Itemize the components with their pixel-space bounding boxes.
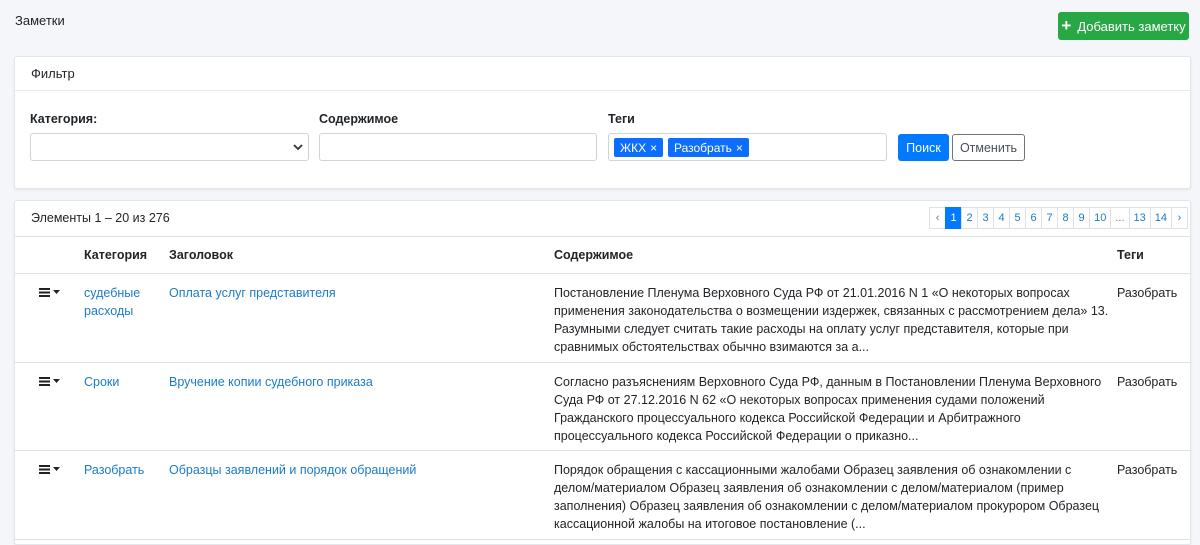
row-tags: Разобрать — [1117, 463, 1178, 477]
page-button[interactable]: 10 — [1089, 207, 1112, 229]
page-button[interactable]: 4 — [993, 207, 1011, 229]
pagination: ‹ 1 2 3 4 5 6 7 8 9 10 ... 13 14 › — [929, 207, 1188, 229]
page-button[interactable]: 5 — [1009, 207, 1027, 229]
hamburger-icon — [39, 288, 50, 297]
tag-chip: ЖКХ × — [614, 138, 664, 157]
row-menu-button[interactable] — [39, 464, 60, 474]
table-header: Категория Заголовок Содержимое Теги — [15, 236, 1190, 274]
row-content: Постановление Пленума Верховного Суда РФ… — [554, 286, 1109, 354]
row-content: Согласно разъяснениям Верховного Суда РФ… — [554, 375, 1102, 443]
row-title-link[interactable]: Оплата услуг представителя — [169, 284, 549, 302]
row-menu-button[interactable] — [39, 287, 60, 297]
page-button[interactable]: 14 — [1149, 207, 1172, 229]
page-title: Заметки — [15, 13, 65, 28]
filter-panel: Фильтр Категория: Содержимое Теги ЖКХ × … — [14, 56, 1191, 189]
page-button[interactable]: 3 — [977, 207, 995, 229]
row-category-link[interactable]: Разобрать — [84, 461, 162, 479]
plus-icon: + — [1061, 16, 1072, 35]
page-button[interactable]: 13 — [1128, 207, 1151, 229]
remove-tag-icon[interactable]: × — [650, 141, 657, 155]
tag-chip-label: ЖКХ — [620, 140, 647, 155]
content-input[interactable] — [319, 133, 597, 161]
category-label: Категория: — [30, 112, 98, 126]
page-button[interactable]: 9 — [1073, 207, 1091, 229]
page-ellipsis: ... — [1110, 207, 1130, 229]
add-note-label: Добавить заметку — [1077, 18, 1186, 34]
notes-list-panel: Элементы 1 – 20 из 276 ‹ 1 2 3 4 5 6 7 8… — [14, 200, 1191, 545]
tags-input[interactable]: ЖКХ × Разобрать × — [608, 133, 887, 161]
page-button[interactable]: 7 — [1041, 207, 1059, 229]
table-row: судебные расходы Оплата услуг представит… — [15, 274, 1190, 363]
column-header-category[interactable]: Категория — [84, 248, 147, 262]
page-next-button[interactable]: › — [1171, 207, 1188, 229]
cancel-button[interactable]: Отменить — [952, 134, 1025, 161]
row-menu-button[interactable] — [39, 376, 60, 386]
page-button[interactable]: 6 — [1025, 207, 1043, 229]
table-row: Сроки Вручение копии судебного приказа С… — [15, 363, 1190, 451]
page-prev-button[interactable]: ‹ — [929, 207, 947, 229]
search-button[interactable]: Поиск — [898, 134, 949, 161]
page-button[interactable]: 8 — [1057, 207, 1075, 229]
category-select[interactable] — [30, 133, 309, 161]
row-category-link[interactable]: Сроки — [84, 373, 162, 391]
filter-title: Фильтр — [31, 66, 75, 81]
items-count: Элементы 1 – 20 из 276 — [31, 211, 170, 225]
caret-down-icon — [53, 467, 60, 471]
row-title-link[interactable]: Вручение копии судебного приказа — [169, 373, 549, 391]
tag-chip: Разобрать × — [668, 138, 749, 157]
row-title-link[interactable]: Образцы заявлений и порядок обращений — [169, 461, 549, 479]
hamburger-icon — [39, 465, 50, 474]
row-content: Порядок обращения с кассационными жалоба… — [554, 463, 1100, 531]
caret-down-icon — [53, 379, 60, 383]
row-tags: Разобрать — [1117, 375, 1178, 389]
filter-header: Фильтр — [15, 57, 1190, 91]
row-category-link[interactable]: судебные расходы — [84, 284, 162, 320]
chevron-down-icon — [293, 144, 303, 151]
tags-label: Теги — [608, 112, 635, 126]
column-header-tags[interactable]: Теги — [1117, 248, 1144, 262]
row-tags: Разобрать — [1117, 286, 1178, 300]
remove-tag-icon[interactable]: × — [736, 141, 743, 155]
tag-chip-label: Разобрать — [674, 140, 732, 155]
page-button[interactable]: 1 — [945, 207, 963, 229]
column-header-content[interactable]: Содержимое — [554, 248, 633, 262]
add-note-button[interactable]: + Добавить заметку — [1058, 12, 1189, 40]
content-label: Содержимое — [319, 112, 399, 126]
column-header-title[interactable]: Заголовок — [169, 248, 233, 262]
caret-down-icon — [53, 290, 60, 294]
page-button[interactable]: 2 — [961, 207, 979, 229]
table-row: Разобрать Образцы заявлений и порядок об… — [15, 451, 1190, 540]
hamburger-icon — [39, 377, 50, 386]
